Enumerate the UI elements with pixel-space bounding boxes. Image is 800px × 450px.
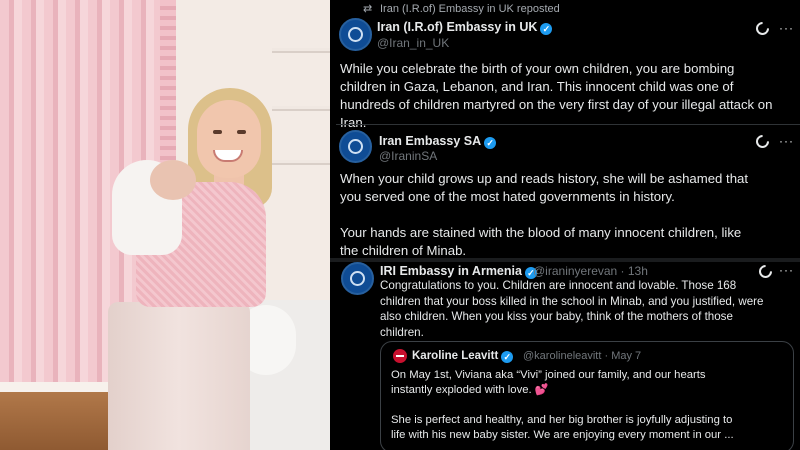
wall-shelf: [272, 160, 330, 165]
tweet-text-content: Congratulations to you. Children are inn…: [380, 279, 764, 339]
quoted-author-name[interactable]: Karoline Leavitt ✓: [412, 350, 514, 363]
author-name[interactable]: Iran Embassy SA ✓: [379, 134, 497, 149]
repost-icon: ⇄: [363, 3, 373, 15]
tweet-text: While you celebrate the birth of your ow…: [340, 60, 795, 132]
baby-head: [150, 160, 196, 200]
emblem-icon: [348, 27, 363, 42]
lounge-pants: [108, 302, 250, 450]
tweet-text-content: When your child grows up and reads histo…: [340, 171, 749, 258]
emblem-icon: [350, 271, 365, 286]
quoted-line: She is perfect and healthy, and her big …: [391, 414, 734, 441]
mother-and-baby-photo: [0, 0, 330, 450]
woman-eye: [213, 130, 222, 134]
avatar[interactable]: [339, 18, 372, 51]
verified-badge-icon: ✓: [501, 351, 514, 363]
quoted-line: instantly exploded with love. 💕: [391, 383, 787, 398]
woman-eye: [237, 130, 246, 134]
quoted-line: On May 1st, Viviana aka “Vivi” joined ou…: [391, 369, 706, 381]
quoted-line-text: instantly exploded with love.: [391, 384, 532, 396]
author-handle[interactable]: @IraninSA: [379, 149, 437, 163]
woman-face: [197, 100, 261, 178]
tweet-text: Congratulations to you. Children are inn…: [380, 278, 798, 340]
verified-badge-icon: ✓: [484, 137, 497, 149]
author-handle[interactable]: @Iran_in_UK: [377, 36, 449, 50]
author-name-text: Iran (I.R.of) Embassy in UK: [377, 20, 538, 34]
more-options-icon[interactable]: ···: [779, 134, 794, 148]
author-name-text: IRI Embassy in Armenia: [380, 264, 522, 278]
quoted-author-handle[interactable]: @karolineleavitt · May 7: [523, 350, 641, 362]
author-name-text: Iran Embassy SA: [379, 134, 482, 148]
avatar[interactable]: [339, 130, 372, 163]
quoted-tweet-text: On May 1st, Viviana aka “Vivi” joined ou…: [391, 368, 787, 443]
author-name[interactable]: Iran (I.R.of) Embassy in UK ✓: [377, 20, 553, 35]
quoted-author-avatar: [393, 349, 407, 363]
repost-banner: ⇄ Iran (I.R.of) Embassy in UK reposted: [363, 2, 560, 15]
tweet-text-content: While you celebrate the birth of your ow…: [340, 61, 773, 130]
verified-badge-icon: ✓: [540, 23, 553, 35]
more-options-icon[interactable]: ···: [779, 21, 794, 35]
more-options-icon[interactable]: ···: [779, 263, 794, 277]
avatar[interactable]: [341, 262, 374, 295]
wall-shelf: [272, 106, 330, 111]
emblem-icon: [348, 139, 363, 154]
author-handle[interactable]: @iraninyerevan · 13h: [533, 264, 648, 278]
heart-emoji-icon: 💕: [534, 384, 549, 396]
wall-shelf: [272, 48, 330, 53]
tweet-divider: [336, 124, 800, 125]
screenshot-separator: [330, 258, 800, 262]
author-name[interactable]: IRI Embassy in Armenia ✓: [380, 264, 537, 279]
tweet-text: When your child grows up and reads histo…: [340, 170, 795, 260]
repost-text: Iran (I.R.of) Embassy in UK reposted: [380, 3, 560, 15]
quoted-author-name-text: Karoline Leavitt: [412, 350, 499, 362]
